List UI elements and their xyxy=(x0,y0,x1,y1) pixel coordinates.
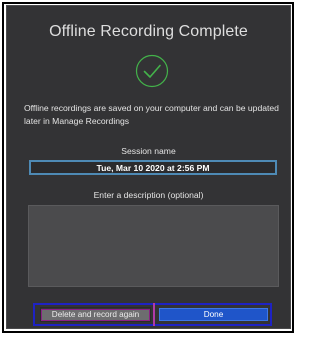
done-button[interactable]: Done xyxy=(159,308,268,321)
dialog-title: Offline Recording Complete xyxy=(49,23,248,40)
description-textarea[interactable] xyxy=(28,205,279,287)
offline-recording-dialog: Offline Recording Complete Offline recor… xyxy=(6,5,291,329)
button-divider xyxy=(153,303,155,326)
description-label: Enter a description (optional) xyxy=(93,190,204,200)
info-text: Offline recordings are saved on your com… xyxy=(24,103,279,126)
checkmark-circle-icon xyxy=(135,54,169,88)
session-name-input[interactable] xyxy=(29,160,277,175)
delete-and-record-again-button[interactable]: Delete and record again xyxy=(41,309,150,321)
session-name-label: Session name xyxy=(121,146,176,156)
